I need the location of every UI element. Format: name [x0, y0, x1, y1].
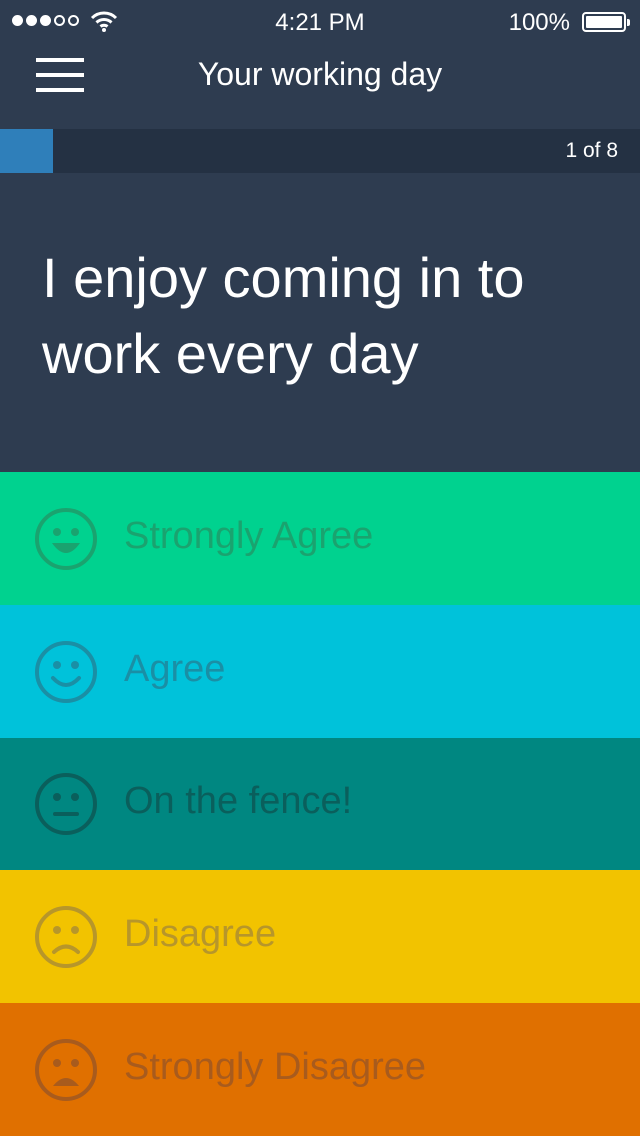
sad-face-icon [35, 905, 97, 968]
progress-fill [0, 129, 53, 173]
nav-bar: Your working day [0, 44, 640, 128]
answer-label: On the fence! [124, 780, 353, 822]
very-sad-face-icon [35, 1038, 97, 1101]
question-text: I enjoy coming in to work every day [42, 246, 525, 385]
answer-option[interactable]: Strongly Disagree [0, 1003, 640, 1136]
very-happy-face-icon [35, 507, 97, 570]
answer-option[interactable]: Disagree [0, 870, 640, 1003]
progress-counter: 1 of 8 [565, 139, 618, 162]
progress-bar: 1 of 8 [0, 129, 640, 173]
answer-label: Strongly Agree [124, 514, 374, 557]
happy-face-icon [35, 640, 97, 703]
status-bar: 4:21 PM 100% [0, 0, 640, 44]
battery-percent: 100% [508, 9, 570, 36]
answer-option[interactable]: On the fence! [0, 738, 640, 870]
answer-option[interactable]: Agree [0, 605, 640, 738]
survey-screen: 4:21 PM 100% Your working day 1 of 8 I e… [0, 0, 640, 1136]
answer-option[interactable]: Strongly Agree [0, 472, 640, 605]
answer-label: Agree [124, 647, 226, 690]
answer-label: Strongly Disagree [124, 1045, 427, 1088]
page-title: Your working day [197, 56, 443, 92]
battery-icon [582, 12, 630, 32]
neutral-face-icon [35, 773, 97, 835]
answer-label: Disagree [124, 912, 277, 955]
